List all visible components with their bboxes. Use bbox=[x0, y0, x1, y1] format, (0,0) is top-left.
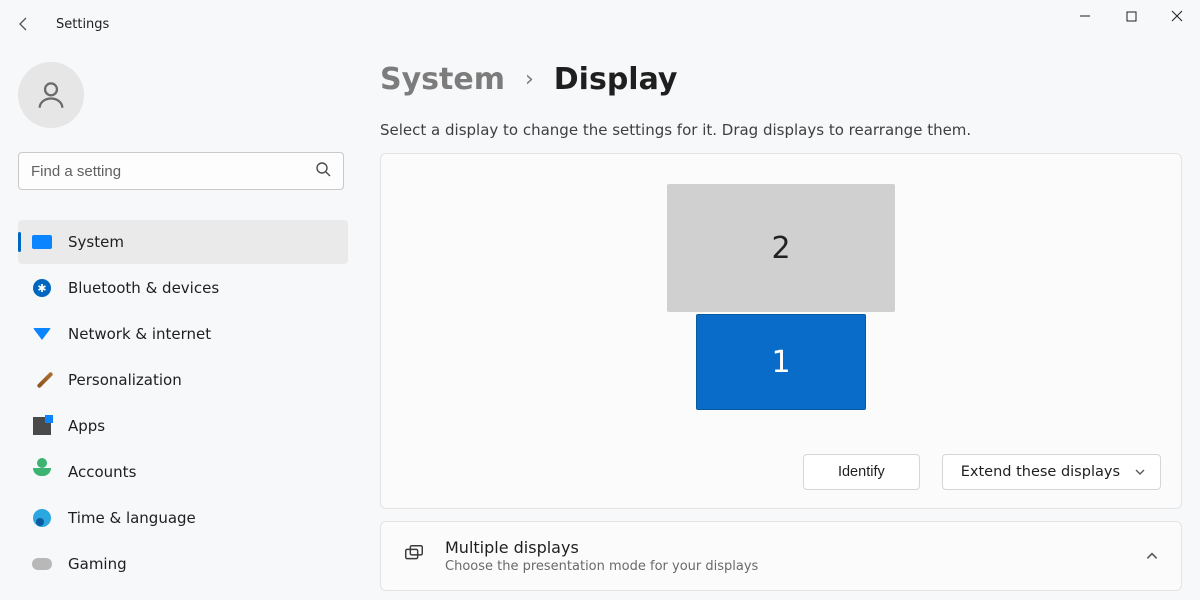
arrange-actions: Identify Extend these displays bbox=[803, 454, 1161, 490]
person-icon bbox=[34, 78, 68, 112]
sidebar: System ✱ Bluetooth & devices Network & i… bbox=[0, 48, 360, 600]
maximize-button[interactable] bbox=[1108, 0, 1154, 32]
display-mode-dropdown[interactable]: Extend these displays bbox=[942, 454, 1161, 490]
display-arrangement-card: 2 1 Identify Extend these displays bbox=[380, 153, 1182, 509]
chevron-right-icon: › bbox=[525, 67, 534, 92]
accounts-icon bbox=[32, 462, 52, 482]
sidebar-item-network[interactable]: Network & internet bbox=[18, 312, 348, 356]
sidebar-item-label: Gaming bbox=[68, 555, 127, 573]
globe-clock-icon bbox=[32, 508, 52, 528]
main-content: System › Display Select a display to cha… bbox=[380, 48, 1182, 600]
identify-button[interactable]: Identify bbox=[803, 454, 920, 490]
brush-icon bbox=[32, 370, 52, 390]
minimize-icon bbox=[1079, 10, 1091, 22]
search-icon bbox=[315, 161, 331, 181]
search-box[interactable] bbox=[18, 152, 344, 190]
sidebar-item-label: Accounts bbox=[68, 463, 136, 481]
window-title: Settings bbox=[56, 17, 109, 32]
wifi-icon bbox=[32, 324, 52, 344]
system-icon bbox=[32, 232, 52, 252]
sidebar-item-bluetooth[interactable]: ✱ Bluetooth & devices bbox=[18, 266, 348, 310]
display-arrangement-area[interactable]: 2 1 bbox=[381, 184, 1181, 416]
multiple-displays-subtitle: Choose the presentation mode for your di… bbox=[445, 559, 1125, 574]
sidebar-item-system[interactable]: System bbox=[18, 220, 348, 264]
chevron-down-icon bbox=[1134, 466, 1146, 478]
bluetooth-icon: ✱ bbox=[32, 278, 52, 298]
sidebar-item-gaming[interactable]: Gaming bbox=[18, 542, 348, 586]
sidebar-item-time-language[interactable]: Time & language bbox=[18, 496, 348, 540]
display-mode-value: Extend these displays bbox=[961, 464, 1120, 480]
multiple-displays-icon bbox=[403, 543, 425, 569]
multiple-displays-texts: Multiple displays Choose the presentatio… bbox=[445, 538, 1125, 574]
gamepad-icon bbox=[32, 554, 52, 574]
minimize-button[interactable] bbox=[1062, 0, 1108, 32]
arrange-instructions: Select a display to change the settings … bbox=[380, 121, 1182, 139]
titlebar: Settings bbox=[0, 0, 1200, 48]
breadcrumb: System › Display bbox=[380, 62, 1182, 97]
page-title: Display bbox=[554, 62, 678, 97]
display-1[interactable]: 1 bbox=[696, 314, 866, 410]
sidebar-item-label: Bluetooth & devices bbox=[68, 279, 219, 297]
sidebar-item-personalization[interactable]: Personalization bbox=[18, 358, 348, 402]
window-controls bbox=[1062, 0, 1200, 32]
user-avatar[interactable] bbox=[18, 62, 84, 128]
multiple-displays-title: Multiple displays bbox=[445, 538, 1125, 557]
sidebar-item-accounts[interactable]: Accounts bbox=[18, 450, 348, 494]
arrow-left-icon bbox=[16, 16, 32, 32]
close-icon bbox=[1171, 10, 1183, 22]
maximize-icon bbox=[1126, 11, 1137, 22]
sidebar-item-label: System bbox=[68, 233, 124, 251]
display-2[interactable]: 2 bbox=[667, 184, 895, 312]
back-button[interactable] bbox=[0, 0, 48, 48]
sidebar-item-label: Network & internet bbox=[68, 325, 211, 343]
sidebar-item-label: Time & language bbox=[68, 509, 196, 527]
search-input[interactable] bbox=[31, 163, 303, 180]
sidebar-item-apps[interactable]: Apps bbox=[18, 404, 348, 448]
sidebar-nav: System ✱ Bluetooth & devices Network & i… bbox=[18, 220, 348, 586]
multiple-displays-row[interactable]: Multiple displays Choose the presentatio… bbox=[380, 521, 1182, 591]
chevron-up-icon bbox=[1145, 549, 1159, 563]
apps-icon bbox=[32, 416, 52, 436]
sidebar-item-label: Apps bbox=[68, 417, 105, 435]
sidebar-item-label: Personalization bbox=[68, 371, 182, 389]
close-button[interactable] bbox=[1154, 0, 1200, 32]
breadcrumb-parent[interactable]: System bbox=[380, 62, 505, 97]
